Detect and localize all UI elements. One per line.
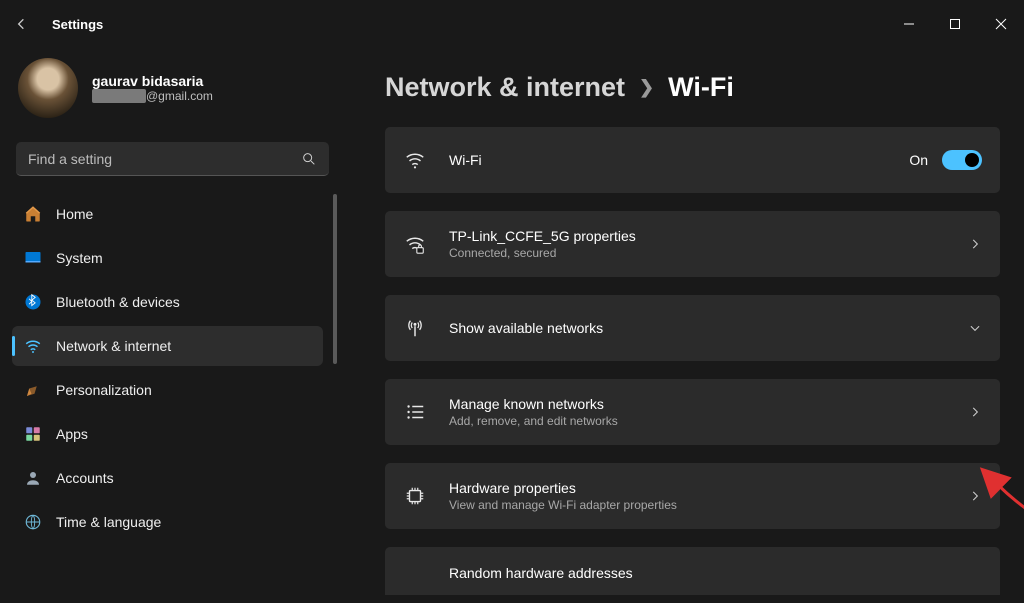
- profile-name: gaurav bidasaria: [92, 73, 213, 89]
- sidebar-item-label: Personalization: [56, 382, 152, 398]
- settings-window: Settings gaurav bidasaria xxxxxxxxx@gma: [0, 0, 1024, 603]
- sidebar-item-label: Apps: [56, 426, 88, 442]
- hardware-properties-card[interactable]: Hardware properties View and manage Wi-F…: [385, 463, 1000, 529]
- sidebar-item-label: Bluetooth & devices: [56, 294, 180, 310]
- sidebar-item-label: Time & language: [56, 514, 161, 530]
- wifi-icon: [403, 148, 427, 172]
- manage-known-networks-card[interactable]: Manage known networks Add, remove, and e…: [385, 379, 1000, 445]
- apps-icon: [24, 425, 42, 443]
- time-language-icon: [24, 513, 42, 531]
- chevron-right-icon: [968, 405, 982, 419]
- antenna-icon: [403, 316, 427, 340]
- personalization-icon: [24, 381, 42, 399]
- sidebar-item-label: System: [56, 250, 103, 266]
- network-properties-card[interactable]: TP-Link_CCFE_5G properties Connected, se…: [385, 211, 1000, 277]
- random-hardware-addresses-card[interactable]: Random hardware addresses: [385, 547, 1000, 595]
- sidebar: gaurav bidasaria xxxxxxxxx@gmail.com: [0, 48, 345, 603]
- chevron-right-icon: [968, 489, 982, 503]
- main-content: Network & internet ❯ Wi-Fi Wi-Fi On: [345, 48, 1024, 603]
- card-title: TP-Link_CCFE_5G properties: [449, 228, 636, 244]
- sidebar-item-system[interactable]: System: [12, 238, 323, 278]
- window-title: Settings: [52, 17, 103, 32]
- breadcrumb: Network & internet ❯ Wi-Fi: [385, 72, 1000, 103]
- card-title: Hardware properties: [449, 480, 677, 496]
- arrow-left-icon: [14, 16, 30, 32]
- titlebar-left: Settings: [8, 10, 103, 38]
- sidebar-scrollbar[interactable]: [333, 194, 339, 603]
- sidebar-item-accounts[interactable]: Accounts: [12, 458, 323, 498]
- sidebar-item-personalization[interactable]: Personalization: [12, 370, 323, 410]
- system-icon: [24, 249, 42, 267]
- card-text: Manage known networks Add, remove, and e…: [449, 396, 618, 428]
- sidebar-nav: Home System Bluetooth & devices: [0, 194, 333, 603]
- sidebar-item-label: Accounts: [56, 470, 114, 486]
- list-icon: [403, 400, 427, 424]
- minimize-button[interactable]: [886, 8, 932, 40]
- card-title: Show available networks: [449, 320, 603, 336]
- toggle-label: On: [909, 152, 928, 168]
- chip-icon: [403, 484, 427, 508]
- card-text: Hardware properties View and manage Wi-F…: [449, 480, 677, 512]
- show-available-networks-card[interactable]: Show available networks: [385, 295, 1000, 361]
- breadcrumb-parent[interactable]: Network & internet: [385, 72, 625, 103]
- sidebar-item-network[interactable]: Network & internet: [12, 326, 323, 366]
- back-button[interactable]: [8, 10, 36, 38]
- card-subtitle: Connected, secured: [449, 246, 636, 260]
- card-action: [968, 489, 982, 503]
- avatar: [18, 58, 78, 118]
- window-body: gaurav bidasaria xxxxxxxxx@gmail.com: [0, 48, 1024, 603]
- card-text: Random hardware addresses: [449, 565, 633, 581]
- chevron-right-icon: ❯: [639, 77, 654, 98]
- email-redacted: xxxxxxxxx: [92, 89, 146, 103]
- sidebar-item-label: Network & internet: [56, 338, 171, 354]
- card-text: TP-Link_CCFE_5G properties Connected, se…: [449, 228, 636, 260]
- email-suffix: @gmail.com: [146, 89, 213, 103]
- sidebar-item-apps[interactable]: Apps: [12, 414, 323, 454]
- accounts-icon: [24, 469, 42, 487]
- sidebar-scrollbar-thumb[interactable]: [333, 194, 337, 364]
- wifi-toggle-card[interactable]: Wi-Fi On: [385, 127, 1000, 193]
- card-title: Wi-Fi: [449, 152, 482, 168]
- bluetooth-icon: [24, 293, 42, 311]
- card-action: On: [909, 150, 982, 170]
- titlebar: Settings: [0, 0, 1024, 48]
- card-subtitle: Add, remove, and edit networks: [449, 414, 618, 428]
- profile-section[interactable]: gaurav bidasaria xxxxxxxxx@gmail.com: [0, 58, 345, 136]
- chevron-down-icon: [968, 321, 982, 335]
- sidebar-item-time-language[interactable]: Time & language: [12, 502, 323, 542]
- maximize-button[interactable]: [932, 8, 978, 40]
- card-action: [968, 405, 982, 419]
- sidebar-item-label: Home: [56, 206, 93, 222]
- card-text: Wi-Fi: [449, 152, 482, 168]
- window-controls: [886, 8, 1024, 40]
- card-title: Manage known networks: [449, 396, 618, 412]
- profile-email: xxxxxxxxx@gmail.com: [92, 89, 213, 103]
- card-title: Random hardware addresses: [449, 565, 633, 581]
- minimize-icon: [903, 18, 915, 30]
- search-input[interactable]: [16, 142, 329, 176]
- wifi-toggle[interactable]: [942, 150, 982, 170]
- close-icon: [995, 18, 1007, 30]
- breadcrumb-current: Wi-Fi: [668, 72, 734, 103]
- chevron-right-icon: [968, 237, 982, 251]
- sidebar-item-bluetooth[interactable]: Bluetooth & devices: [12, 282, 323, 322]
- search-wrap: [16, 142, 329, 176]
- maximize-icon: [949, 18, 961, 30]
- close-button[interactable]: [978, 8, 1024, 40]
- home-icon: [24, 205, 42, 223]
- card-text: Show available networks: [449, 320, 603, 336]
- profile-text: gaurav bidasaria xxxxxxxxx@gmail.com: [92, 73, 213, 103]
- network-icon: [24, 337, 42, 355]
- wifi-lock-icon: [403, 232, 427, 256]
- sidebar-item-home[interactable]: Home: [12, 194, 323, 234]
- card-subtitle: View and manage Wi-Fi adapter properties: [449, 498, 677, 512]
- card-action: [968, 237, 982, 251]
- card-action: [968, 321, 982, 335]
- search-icon: [301, 151, 317, 167]
- nav-wrap: Home System Bluetooth & devices: [0, 194, 345, 603]
